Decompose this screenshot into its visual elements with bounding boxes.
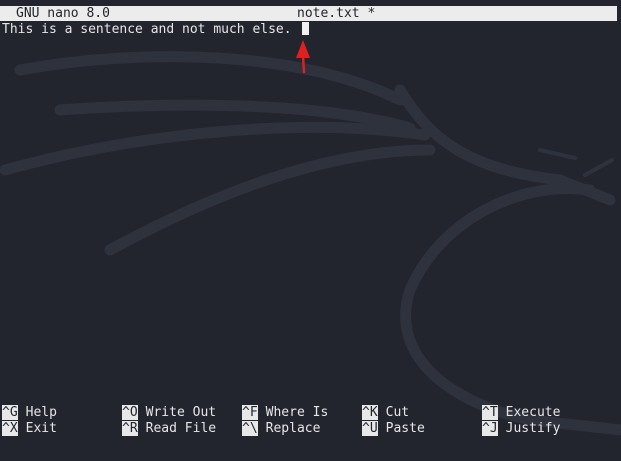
shortcut-label: Help [25,405,57,420]
line-text: This is a sentence and not much else. [2,22,292,37]
app-version: GNU nano 8.0 [16,6,110,21]
shortcut-execute[interactable]: ^T Execute [482,405,560,421]
shortcut-paste[interactable]: ^U Paste [362,421,425,437]
shortcut-read-file[interactable]: ^R Read File [122,421,216,437]
shortcut-label: Replace [265,421,321,436]
shortcut-key: ^\ [242,421,258,436]
shortcut-label: Exit [25,421,57,436]
shortcut-key: ^F [242,405,258,420]
shortcut-key: ^K [362,405,378,420]
shortcut-where-is[interactable]: ^F Where Is [242,405,328,421]
nano-terminal: GNU nano 8.0 note.txt * This is a senten… [0,0,621,461]
file-name: note.txt * [297,6,376,21]
shortcut-write-out[interactable]: ^O Write Out [122,405,216,421]
shortcut-key: ^J [482,421,498,436]
shortcut-key: ^O [122,405,138,420]
shortcut-exit[interactable]: ^X Exit [2,421,57,437]
shortcut-label: Justify [505,421,561,436]
shortcut-justify[interactable]: ^J Justify [482,421,560,437]
shortcut-label: Where Is [265,405,329,420]
shortcut-label: Execute [505,405,561,420]
shortcut-key: ^X [2,421,18,436]
text-cursor [301,22,309,35]
shortcut-key: ^T [482,405,498,420]
shortcut-cut[interactable]: ^K Cut [362,405,409,421]
shortcut-replace[interactable]: ^\ Replace [242,421,320,437]
shortcut-help[interactable]: ^G Help [2,405,57,421]
shortcut-key: ^G [2,405,18,420]
shortcut-key: ^R [122,421,138,436]
shortcut-label: Write Out [145,405,217,420]
shortcut-label: Paste [385,421,425,436]
red-arrow-icon [296,40,310,74]
shortcut-key: ^U [362,421,378,436]
title-bar: GNU nano 8.0 note.txt * [0,6,617,21]
shortcut-label: Read File [145,421,217,436]
shortcut-label: Cut [385,405,410,420]
